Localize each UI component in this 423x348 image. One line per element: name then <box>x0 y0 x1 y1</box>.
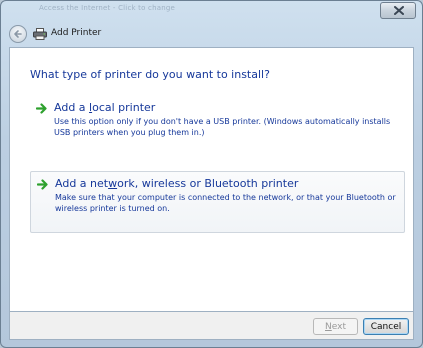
add-network-printer-option[interactable]: Add a network, wireless or Bluetooth pri… <box>30 171 405 233</box>
option-description: Use this option only if you don't have a… <box>54 117 391 137</box>
printer-icon <box>33 28 47 40</box>
next-button[interactable]: Next <box>313 318 358 335</box>
back-button[interactable] <box>9 25 27 43</box>
back-arrow-icon <box>14 30 22 38</box>
background-status-text: Access the Internet - Click to change <box>39 4 175 12</box>
title-bar: Access the Internet - Click to change <box>1 1 422 23</box>
add-local-printer-option[interactable]: Add a local printer Use this option only… <box>30 96 405 148</box>
option-title: Add a network, wireless or Bluetooth pri… <box>55 177 299 190</box>
option-title: Add a local printer <box>54 101 156 114</box>
option-description: Make sure that your computer is connecte… <box>55 193 396 213</box>
cancel-button[interactable]: Cancel <box>363 318 409 335</box>
wizard-header: Add Printer <box>1 21 422 47</box>
wizard-content: What type of printer do you want to inst… <box>9 47 414 312</box>
close-icon <box>394 6 404 15</box>
green-arrow-icon <box>36 103 47 114</box>
wizard-footer: Next Cancel <box>9 312 414 340</box>
close-button[interactable] <box>380 2 416 19</box>
green-arrow-icon <box>37 179 48 190</box>
window-title: Add Printer <box>51 28 102 38</box>
page-question: What type of printer do you want to inst… <box>30 68 270 81</box>
add-printer-window: Access the Internet - Click to change Ad… <box>0 0 423 348</box>
